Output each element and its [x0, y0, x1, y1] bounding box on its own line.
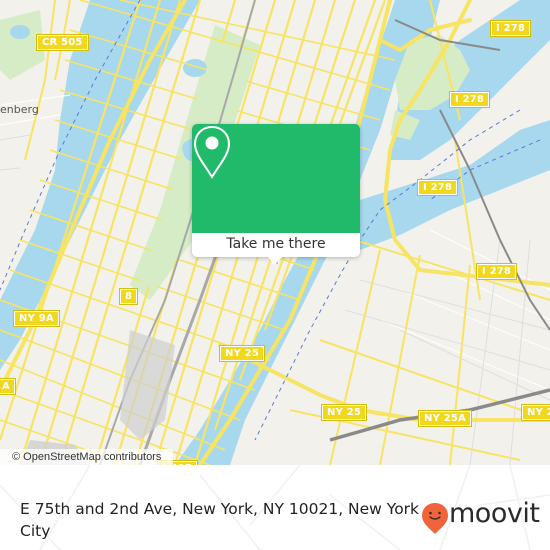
route-shield-i278: I 278 — [448, 91, 491, 108]
footer: E 75th and 2nd Ave, New York, NY 10021, … — [0, 465, 550, 550]
popup-pointer — [268, 257, 282, 265]
location-address: E 75th and 2nd Ave, New York, NY 10021, … — [20, 500, 420, 540]
take-me-there-button[interactable]: Take me there — [192, 233, 360, 257]
moovit-wordmark: moovit — [449, 498, 540, 529]
location-popup: Take me there — [192, 124, 360, 265]
map-pin-icon — [193, 125, 231, 179]
route-shield-ny25a: NY 25A — [418, 410, 472, 427]
route-shield-ny2: NY 2 — [521, 404, 550, 421]
map-view[interactable]: enberg CR 505 I 278 I 278 I 278 I 278 NY… — [0, 0, 550, 465]
route-shield-i278: I 278 — [489, 20, 532, 37]
map-attribution[interactable]: © OpenStreetMap contributors — [0, 449, 174, 465]
route-shield-8: 8 — [118, 288, 139, 305]
route-shield-cr505: CR 505 — [36, 34, 89, 51]
route-shield-a: A — [0, 378, 16, 395]
route-shield-ny25: NY 25 — [320, 404, 368, 421]
moovit-logo[interactable]: moovit — [420, 498, 540, 537]
moovit-pin-icon — [422, 503, 448, 534]
place-label: enberg — [0, 103, 39, 116]
popup-header — [192, 124, 360, 233]
route-shield-ny9a: NY 9A — [13, 310, 60, 327]
route-shield-ny25: NY 25 — [218, 345, 266, 362]
route-shield-i278: I 278 — [475, 263, 518, 280]
route-shield-i278: I 278 — [416, 179, 459, 196]
